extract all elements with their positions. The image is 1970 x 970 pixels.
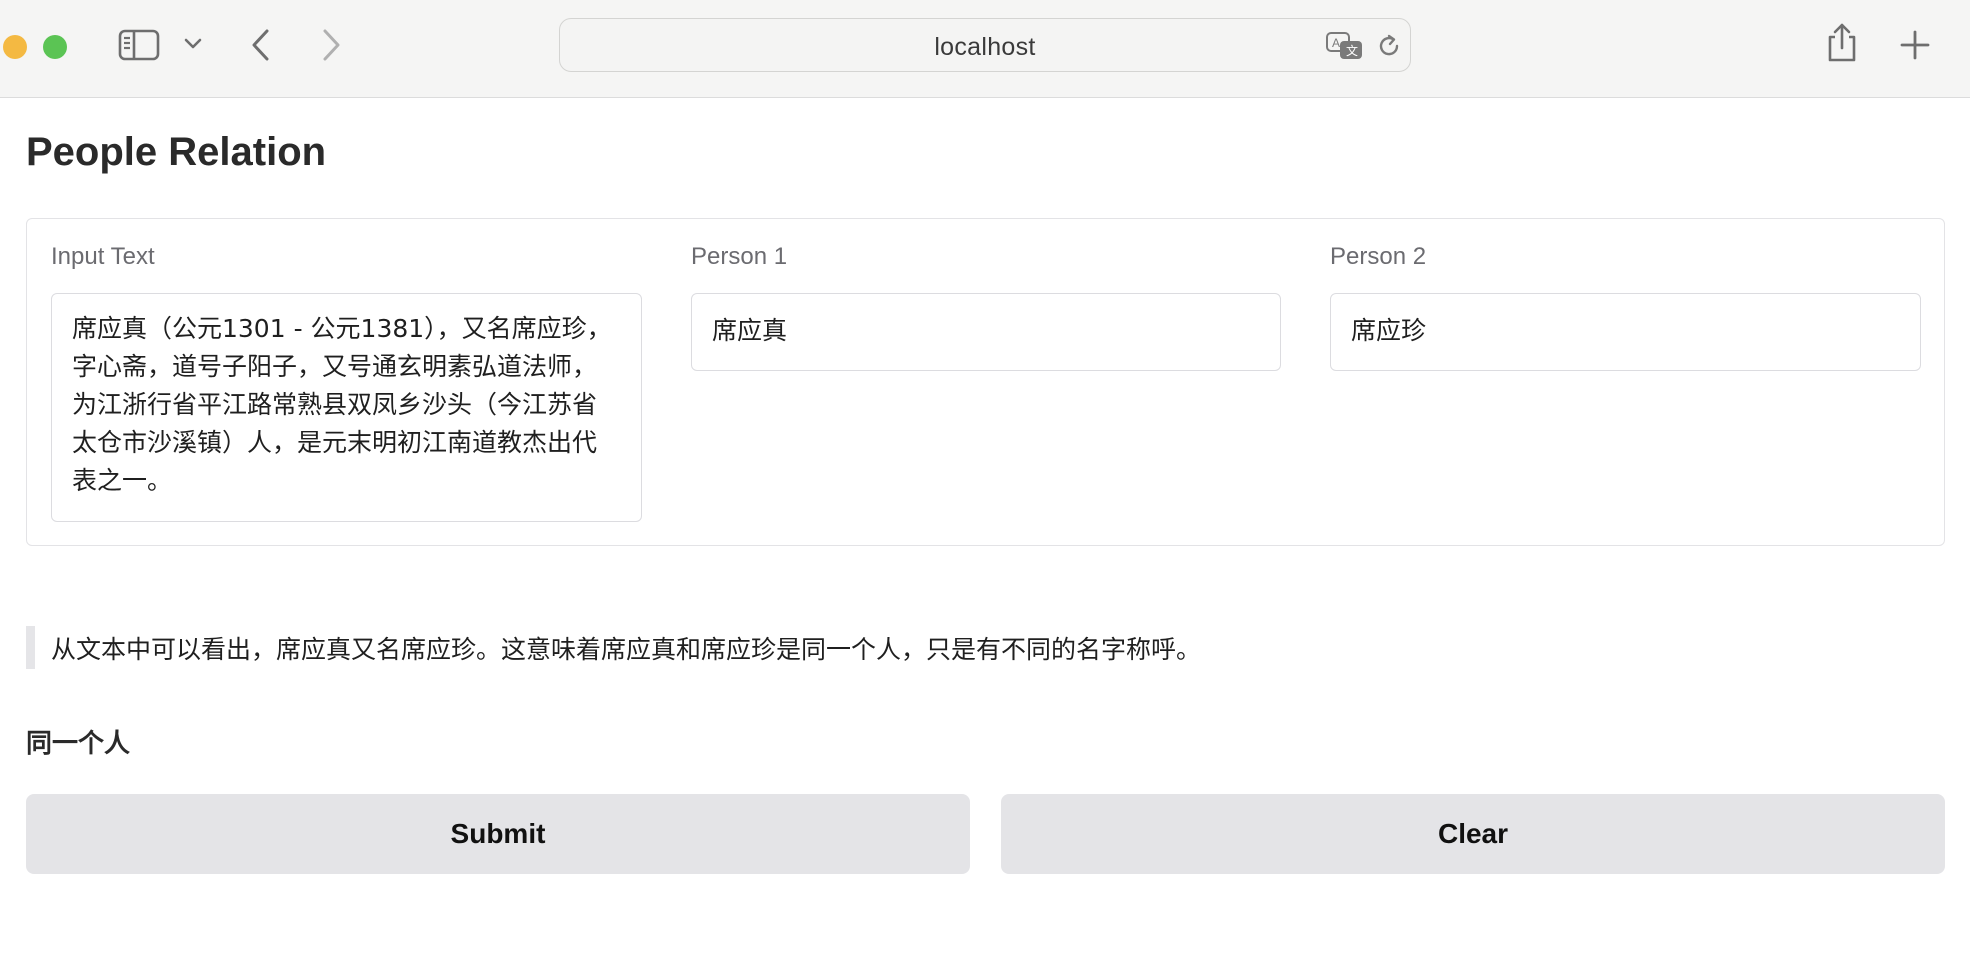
person1-label: Person 1 [691,243,788,270]
translate-icon[interactable]: A 文 [1325,31,1365,61]
browser-toolbar: localhost A 文 [0,0,1970,98]
input-panel: Input Text 席应真（公元1301 - 公元1381），又名席应珍，字心… [26,218,1945,546]
person2-input[interactable]: 席应珍 [1330,293,1921,371]
submit-button[interactable]: Submit [26,794,970,874]
input-text-area[interactable]: 席应真（公元1301 - 公元1381），又名席应珍，字心斋，道号子阳子，又号通… [51,293,642,522]
svg-text:A: A [1332,36,1340,50]
page-title: People Relation [26,130,327,174]
chevron-right-icon[interactable] [318,28,344,62]
person1-input[interactable]: 席应真 [691,293,1281,371]
person2-label: Person 2 [1330,243,1427,270]
chevron-left-icon[interactable] [248,28,274,62]
minimize-window-button[interactable] [3,35,27,59]
zoom-window-button[interactable] [43,35,67,59]
address-bar[interactable]: localhost A 文 [559,18,1411,72]
input-text-label: Input Text [51,243,155,270]
sidebar-icon[interactable] [118,28,160,62]
url-text[interactable]: localhost [560,33,1410,62]
result-quote-bar [26,626,35,669]
share-icon[interactable] [1825,22,1859,64]
reload-icon[interactable] [1375,32,1403,60]
clear-button[interactable]: Clear [1001,794,1945,874]
result-label: 同一个人 [26,729,131,759]
result-explanation: 从文本中可以看出，席应真又名席应珍。这意味着席应真和席应珍是同一个人，只是有不同… [51,635,1202,664]
chevron-down-icon[interactable] [183,36,203,52]
plus-icon[interactable] [1898,28,1932,62]
svg-text:文: 文 [1346,43,1358,58]
